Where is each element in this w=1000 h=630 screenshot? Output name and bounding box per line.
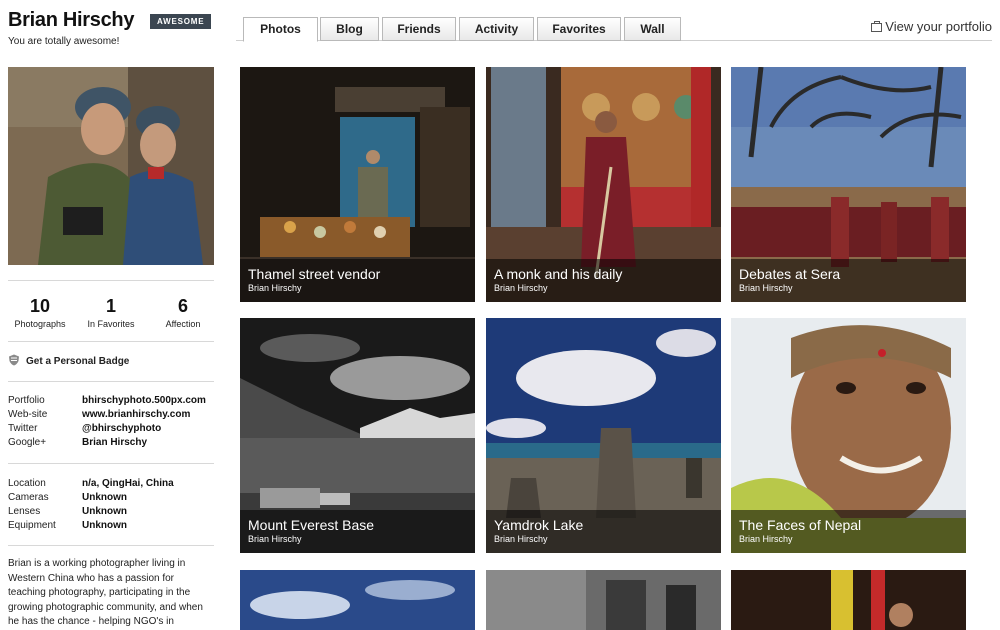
photo-caption: Debates at Sera Brian Hirschy [731,259,966,302]
info-row-portfolio: Portfolio bhirschyphoto.500px.com [8,395,214,409]
stat-label: In Favorites [87,319,135,329]
tab-friends[interactable]: Friends [382,17,456,41]
photo-title: The Faces of Nepal [739,517,862,533]
divider [8,341,214,342]
website-link[interactable]: www.brianhirschy.com [82,409,190,420]
tab-favorites[interactable]: Favorites [537,17,621,41]
info-key: Equipment [8,520,56,531]
photo-image [486,570,721,630]
equipment-value: Unknown [82,520,127,531]
tab-photos[interactable]: Photos [243,17,318,42]
profile-tagline: You are totally awesome! [8,36,120,47]
photo-card-partial-shop[interactable] [731,570,966,630]
get-badge-link[interactable]: Get a Personal Badge [8,354,129,367]
photo-title: Mount Everest Base [248,517,375,533]
info-key: Portfolio [8,395,45,406]
profile-bio: Brian is a working photographer living i… [8,558,203,627]
info-key: Twitter [8,423,38,434]
view-portfolio-label: View your portfolio [885,19,992,34]
lenses-value: Unknown [82,506,127,517]
location-value: n/a, QingHai, China [82,478,174,489]
get-badge-label: Get a Personal Badge [26,356,130,367]
stat-affection[interactable]: 6 Affection [148,296,218,329]
photo-title: Thamel street vendor [248,266,381,282]
info-key: Web-site [8,409,48,420]
divider [8,280,214,281]
portfolio-url-link[interactable]: bhirschyphoto.500px.com [82,395,206,406]
photo-author: Brian Hirschy [494,534,548,544]
view-portfolio-link[interactable]: View your portfolio [871,19,992,34]
cameras-value: Unknown [82,492,127,503]
info-row-cameras: Cameras Unknown [8,492,214,506]
photo-caption: Yamdrok Lake Brian Hirschy [486,510,721,553]
avatar[interactable] [8,67,214,265]
photo-caption: The Faces of Nepal Brian Hirschy [731,510,966,553]
photo-image [731,570,966,630]
twitter-link[interactable]: @bhirschyphoto [82,423,161,434]
photo-card-partial-building[interactable] [486,570,721,630]
divider [8,381,214,382]
info-row-equipment: Equipment Unknown [8,520,214,534]
info-key: Google+ [8,437,47,448]
photo-author: Brian Hirschy [248,283,302,293]
briefcase-icon [871,21,883,32]
photo-author: Brian Hirschy [739,283,793,293]
info-key: Lenses [8,506,41,517]
photo-caption: Mount Everest Base Brian Hirschy [240,510,475,553]
photo-title: Yamdrok Lake [494,517,584,533]
photo-card-sera[interactable]: Debates at Sera Brian Hirschy [731,67,966,302]
stat-label: Affection [165,319,201,329]
googleplus-link[interactable]: Brian Hirschy [82,437,147,448]
stat-label: Photographs [14,319,66,329]
awesome-badge: AWESOME [150,14,212,29]
shield-icon [9,354,19,366]
photo-card-nepal[interactable]: The Faces of Nepal Brian Hirschy [731,318,966,553]
tab-blog[interactable]: Blog [320,17,379,41]
photo-title: Debates at Sera [739,266,841,282]
info-row-twitter: Twitter @bhirschyphoto [8,423,214,437]
photo-author: Brian Hirschy [494,283,548,293]
info-row-googleplus: Google+ Brian Hirschy [8,437,214,451]
stat-value: 10 [29,296,51,316]
stat-value: 6 [177,296,188,316]
photo-author: Brian Hirschy [248,534,302,544]
tab-wall[interactable]: Wall [624,17,681,41]
info-row-website: Web-site www.brianhirschy.com [8,409,214,423]
photo-title: A monk and his daily [494,266,623,282]
photo-author: Brian Hirschy [739,534,793,544]
photo-caption: Thamel street vendor Brian Hirschy [240,259,475,302]
photo-image [240,570,475,630]
photo-caption: A monk and his daily Brian Hirschy [486,259,721,302]
divider [8,463,214,464]
tab-activity[interactable]: Activity [459,17,534,41]
photo-card-everest[interactable]: Mount Everest Base Brian Hirschy [240,318,475,553]
photo-card-thamel[interactable]: Thamel street vendor Brian Hirschy [240,67,475,302]
stat-in-favorites[interactable]: 1 In Favorites [76,296,146,329]
stat-photographs[interactable]: 10 Photographs [5,296,75,329]
divider [8,545,214,546]
photo-card-monk[interactable]: A monk and his daily Brian Hirschy [486,67,721,302]
info-key: Location [8,478,46,489]
info-row-location: Location n/a, QingHai, China [8,478,214,492]
info-row-lenses: Lenses Unknown [8,506,214,520]
photo-card-yamdrok[interactable]: Yamdrok Lake Brian Hirschy [486,318,721,553]
photo-card-partial-sky[interactable] [240,570,475,630]
profile-name: Brian Hirschy [8,9,135,31]
stat-value: 1 [105,296,116,316]
info-key: Cameras [8,492,49,503]
